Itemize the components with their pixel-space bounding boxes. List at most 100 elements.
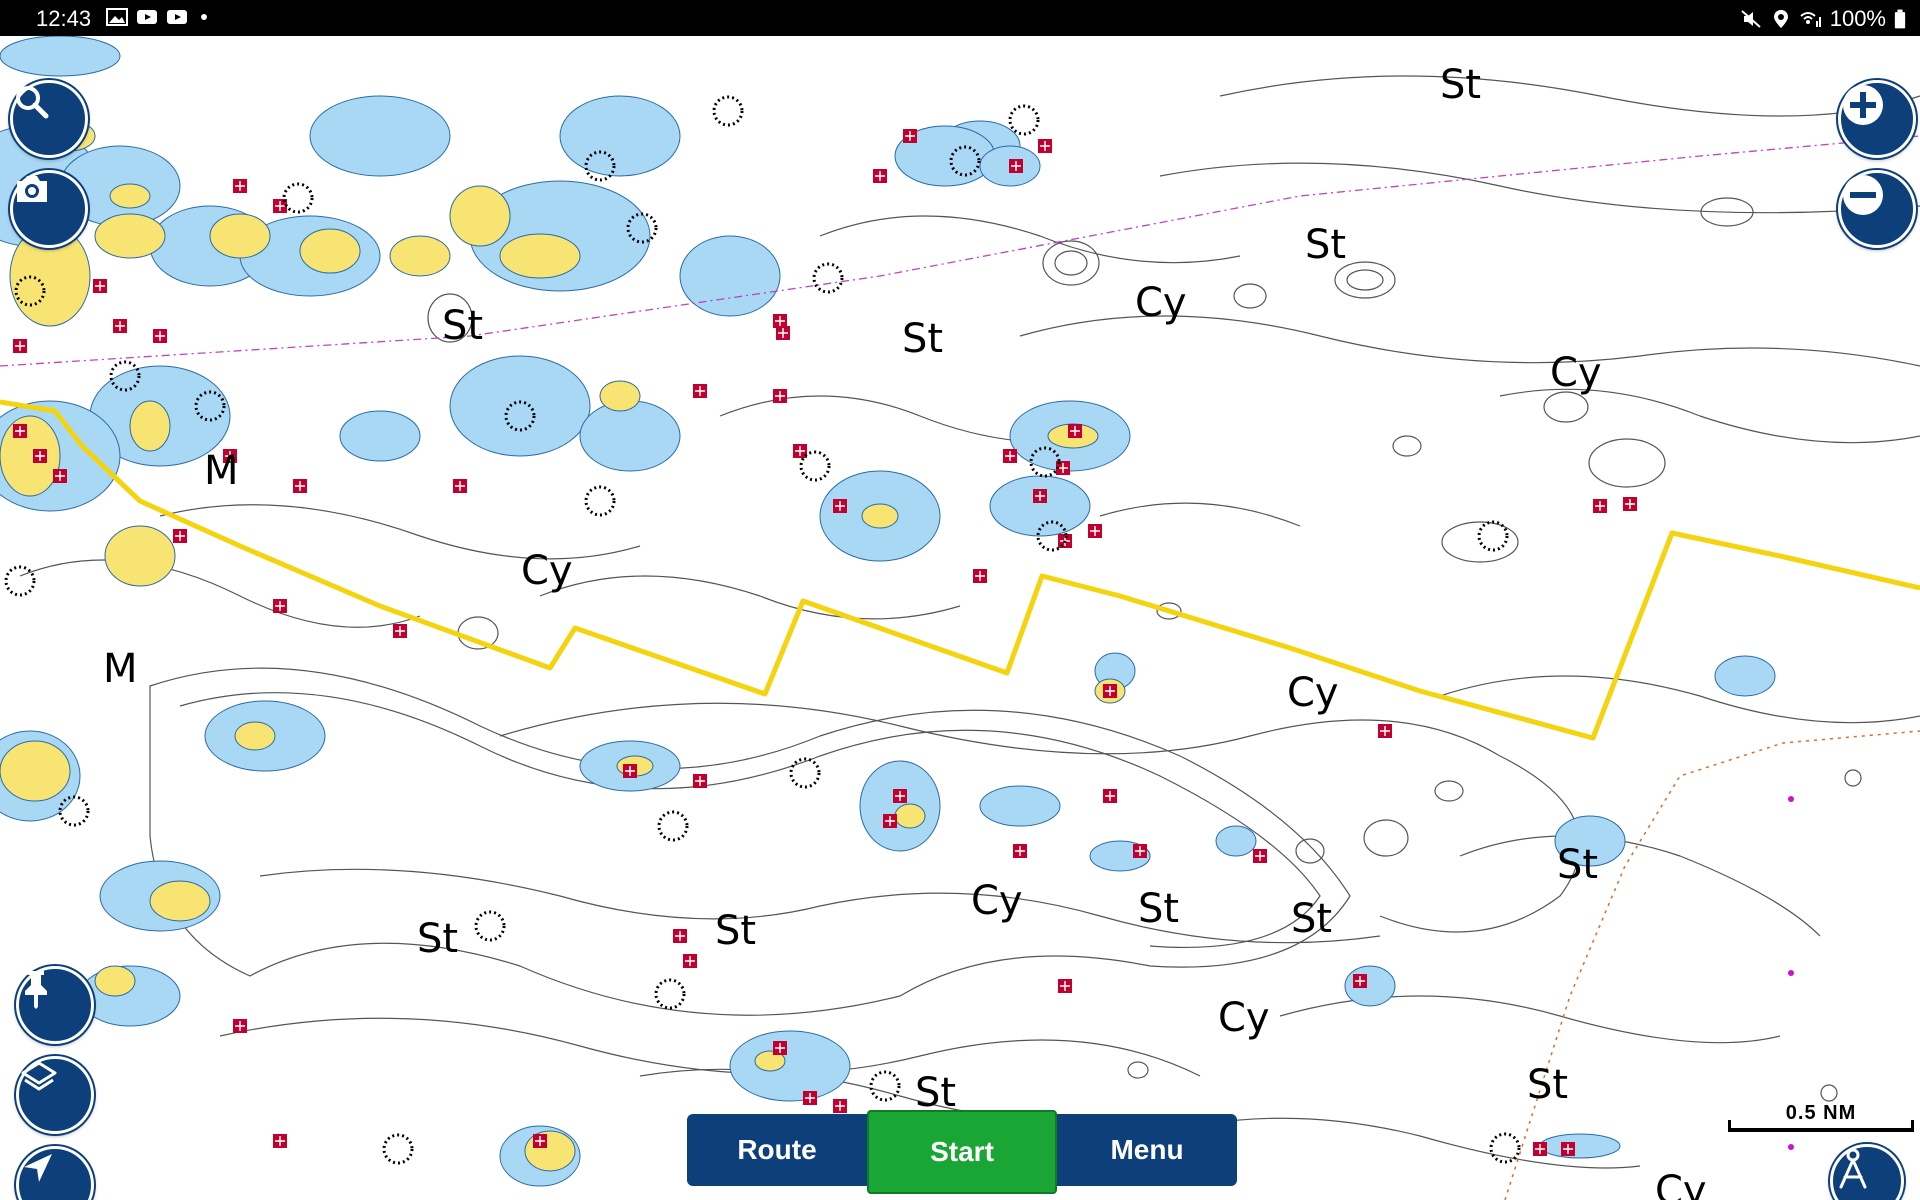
seabed-label-cy: Cy [971,878,1023,924]
land-area [104,525,176,587]
hazard-rock-marker [293,479,307,493]
hazard-rock-marker [793,444,807,458]
search-button[interactable] [10,80,88,158]
route-button[interactable]: Route [687,1114,867,1186]
hazard-rock-marker [273,1134,287,1148]
seabed-label-st: St [1305,222,1346,268]
hazard-rock-marker [393,624,407,638]
shallow-water-patch [1539,1133,1621,1159]
seabed-label-st: St [1557,842,1598,888]
seabed-label-st: St [902,316,943,362]
scale-tick [1911,1120,1914,1132]
hazard-rock-marker [13,339,27,353]
obstruction-symbol [812,262,844,294]
hazard-rock-marker [33,449,47,463]
hazard-rock-marker [13,424,27,438]
pin-button[interactable] [16,966,94,1044]
search-icon [16,86,49,119]
land-area [149,880,211,922]
hazard-rock-marker [883,814,897,828]
youtube-icon [137,10,157,24]
hazard-rock-marker [773,389,787,403]
hazard-rock-marker [873,169,887,183]
hazard-rock-marker [1003,449,1017,463]
hazard-rock-marker [1038,139,1052,153]
magenta-marks [1788,796,1794,1150]
chart-canvas[interactable]: St St Cy Cy St St M Cy M Cy Cy St St St … [0,36,1920,1200]
hazard-rock-marker [153,329,167,343]
shallow-water-patch [309,95,451,177]
seabed-label-cy: Cy [1655,1168,1707,1200]
shallow-water-patch [339,410,421,462]
layers-button[interactable] [16,1056,94,1134]
magenta-mark [1788,796,1794,802]
hazard-rock-marker [623,764,637,778]
land-area [299,228,361,274]
hazard-rock-marker [903,129,917,143]
scale-label: 0.5 NM [1785,1102,1857,1124]
land-area [109,183,151,209]
zoom-out-button[interactable] [1838,170,1916,248]
nautical-chart-map[interactable]: St St Cy Cy St St M Cy M Cy Cy St St St … [0,36,1920,1200]
hazard-rock-marker [773,314,787,328]
hazard-rock-marker [693,774,707,788]
status-left-icons [106,7,218,27]
scale-bar: 0.5 NM [1726,1102,1916,1132]
shallow-water-areas [0,36,1776,1187]
route-line [0,399,1920,741]
scale-line [1728,1128,1914,1132]
navigation-arrow-icon [24,1154,52,1182]
start-button[interactable]: Start [867,1110,1057,1194]
obstruction-symbol [282,182,314,214]
hazard-rock-marker [776,326,790,340]
land-area [599,380,641,412]
battery-percent: 100% [1829,6,1886,31]
seabed-label-st: St [1138,886,1179,932]
shallow-water-patch [579,400,681,472]
obstruction-symbol [1489,1132,1521,1164]
status-time: 12:43 [36,6,92,31]
youtube-icon [167,10,187,24]
zoom-in-button[interactable] [1838,80,1916,158]
shallow-water-patch [1714,655,1776,697]
seabed-label-st: St [715,908,756,954]
hazard-rock-marker [1533,1142,1547,1156]
hazard-rock-marker [683,954,697,968]
hazard-rock-marker [1103,684,1117,698]
obstruction-symbol [789,757,821,789]
seabed-label-m: M [103,646,138,692]
hazard-rock-marker [1013,844,1027,858]
seabed-label-cy: Cy [1287,670,1339,716]
seabed-label-st: St [1527,1062,1568,1108]
shallow-water-patch [559,95,681,177]
obstruction-symbol [654,978,686,1010]
obstruction-symbol [1008,104,1040,136]
seabed-label-cy: Cy [521,548,573,594]
camera-button[interactable] [10,170,88,248]
hazard-rock-marker [533,1134,547,1148]
hazard-rock-marker [1068,424,1082,438]
land-area [894,803,926,829]
hazard-rock-marker [833,1099,847,1113]
image-icon [106,8,128,26]
land-area [861,503,899,529]
shallow-water-patch [0,36,121,77]
seabed-label-st: St [1440,62,1481,108]
obstruction-symbol [657,810,689,842]
land-area [389,235,451,277]
minus-icon [1843,175,1883,215]
seabed-label-m: M [204,448,239,494]
hazard-rock-marker [1009,159,1023,173]
seabed-label-cy: Cy [1550,350,1602,396]
shallow-water-patch [679,235,781,317]
menu-button[interactable]: Menu [1057,1114,1237,1186]
obstruction-symbol [1477,520,1509,552]
land-area [449,185,511,247]
autoguidance-icon [1839,1148,1867,1189]
hazard-rock-marker [233,1019,247,1033]
obstruction-symbol [4,565,36,597]
hazard-rock-marker [773,1041,787,1055]
hazard-rock-marker [973,569,987,583]
shallow-water-patch [979,785,1061,827]
hazard-rock-marker [1378,724,1392,738]
